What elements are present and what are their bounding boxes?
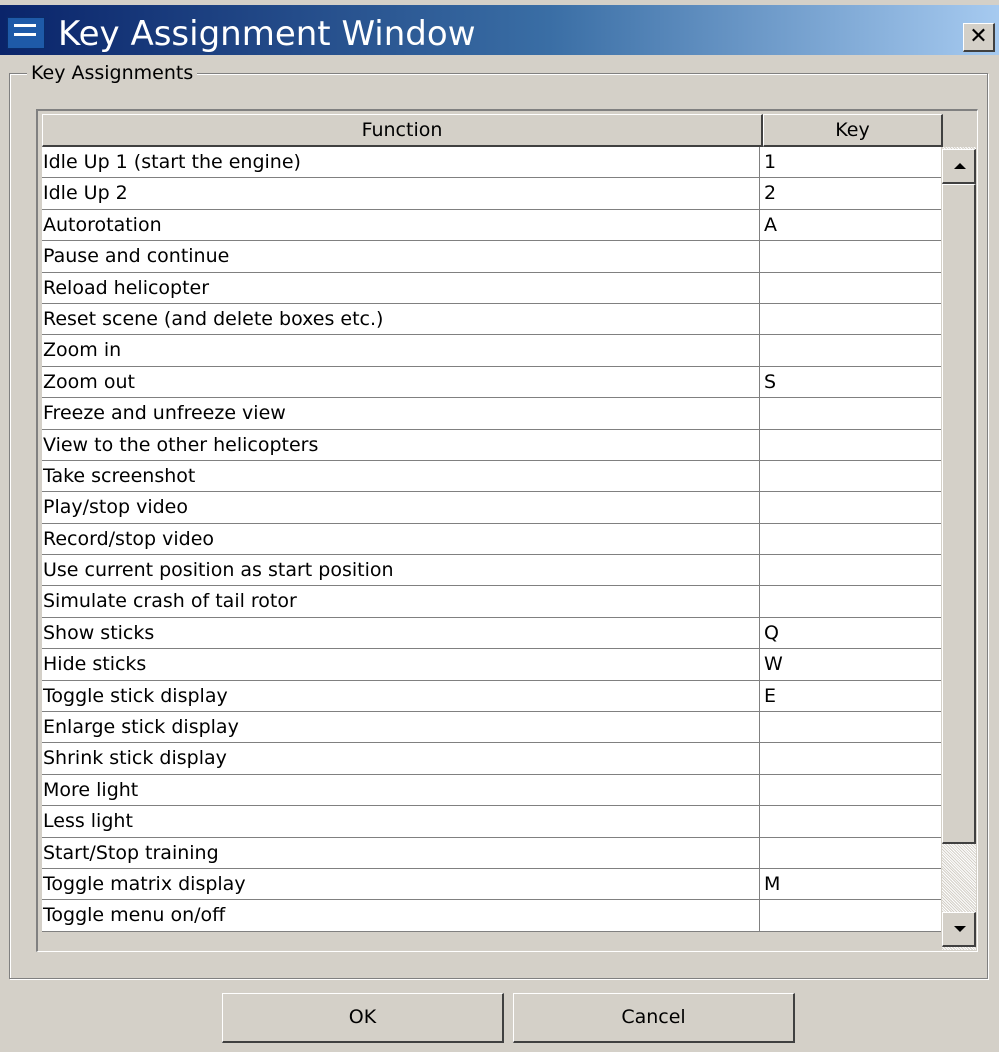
table-row[interactable]: Show sticks Q [42,617,944,650]
key-cell[interactable]: S [761,367,944,397]
key-cell[interactable] [761,806,944,836]
table-row[interactable]: Pause and continue [42,241,944,273]
table-row[interactable]: Idle Up 22 [42,178,944,210]
key-cell[interactable] [761,775,944,805]
scroll-up-button[interactable] [942,149,976,184]
function-cell[interactable]: Take screenshot [42,460,760,492]
function-cell[interactable]: View to the other helicopters [42,429,760,460]
title-bar[interactable]: Key Assignment Window ✕ [0,5,999,55]
table-row[interactable]: Record/stop video [42,523,944,556]
function-cell[interactable]: Toggle menu on/off [42,900,760,931]
function-cell[interactable]: Pause and continue [42,241,760,272]
function-cell[interactable]: Idle Up 1 (start the engine) [42,147,760,178]
table-row[interactable]: Reload helicopter [42,272,944,304]
key-cell[interactable] [761,586,944,616]
group-label: Key Assignments [27,62,198,84]
table-row[interactable]: View to the other helicopters [42,429,944,461]
function-cell[interactable]: Start/Stop training [42,837,760,868]
table-row[interactable]: Hide sticks W [42,649,944,681]
table-header: Function Key [42,114,943,147]
function-cell[interactable]: Toggle stick display [42,680,760,712]
table-row[interactable]: Take screenshot [42,460,944,493]
table-row[interactable]: Toggle stick display E [42,680,944,713]
table-row[interactable]: Start/Stop training [42,837,944,869]
key-cell[interactable] [761,524,944,554]
key-cell[interactable] [761,492,944,522]
key-cell[interactable]: Q [761,618,944,648]
key-cell[interactable]: 2 [761,178,944,208]
vertical-scrollbar[interactable] [942,147,976,950]
function-cell[interactable]: Reload helicopter [42,272,760,303]
table-row[interactable]: More light [42,774,944,807]
key-cell[interactable]: E [761,681,944,711]
arrow-up-icon [954,163,966,169]
function-cell[interactable]: Zoom in [42,335,760,366]
key-cell[interactable] [761,241,944,271]
function-cell[interactable]: Use current position as start position [42,555,760,586]
table-row[interactable]: Zoom in [42,335,944,367]
table-row[interactable]: Zoom out S [42,366,944,399]
table-row[interactable]: Toggle menu on/off [42,900,944,932]
close-button[interactable]: ✕ [963,23,995,52]
table-row[interactable]: Use current position as start position [42,555,944,587]
function-cell[interactable]: Idle Up 2 [42,178,760,209]
table-row[interactable]: Toggle matrix display M [42,868,944,901]
function-cell[interactable]: Zoom out [42,366,760,398]
table-row[interactable]: Freeze and unfreeze view [42,398,944,430]
function-cell[interactable]: Record/stop video [42,523,760,555]
function-cell[interactable]: Freeze and unfreeze view [42,398,760,429]
function-cell[interactable]: Toggle matrix display [42,868,760,900]
arrow-down-icon [954,926,966,932]
table-row[interactable]: Idle Up 1 (start the engine) 1 [42,147,944,179]
scroll-down-button[interactable] [942,912,976,947]
function-cell[interactable]: Enlarge stick display [42,712,760,743]
table-row[interactable]: Autorotation A [42,209,944,242]
function-cell[interactable]: Simulate crash of tail rotor [42,586,760,617]
window-title: Key Assignment Window [58,14,476,54]
key-cell[interactable] [761,712,944,742]
key-cell[interactable] [761,398,944,428]
column-header-function[interactable]: Function [42,114,763,147]
key-cell[interactable] [761,838,944,868]
cancel-button[interactable]: Cancel [513,993,795,1043]
key-cell[interactable] [761,743,944,773]
key-cell[interactable] [761,430,944,460]
key-cell[interactable]: M [761,869,944,899]
table-row[interactable]: Less light [42,806,944,838]
key-cell[interactable] [761,273,944,303]
scrollbar-thumb[interactable] [942,184,976,844]
table-body: Idle Up 1 (start the engine) 1 Idle Up 22A… [42,147,941,932]
table-row[interactable]: Simulate crash of tail rotor [42,586,944,618]
column-header-key[interactable]: Key [763,114,943,147]
key-cell[interactable] [761,335,944,365]
close-icon: ✕ [969,24,988,49]
key-cell[interactable]: 1 [761,147,944,177]
key-cell[interactable] [761,461,944,491]
key-assignment-table: Function Key Idle Up 1 (start the engine… [36,109,978,952]
key-cell[interactable] [761,900,944,930]
table-row[interactable]: Reset scene (and delete boxes etc.) [42,303,944,336]
key-cell[interactable]: W [761,649,944,679]
ok-button[interactable]: OK [222,993,504,1043]
table-row[interactable]: Enlarge stick display [42,712,944,744]
function-cell[interactable]: Hide sticks [42,649,760,680]
function-cell[interactable]: Autorotation [42,209,760,241]
function-cell[interactable]: Play/stop video [42,492,760,523]
key-assignment-window: Key Assignment Window ✕ Key Assignments … [0,0,999,1052]
function-cell[interactable]: Shrink stick display [42,743,760,774]
app-icon [7,17,45,49]
function-cell[interactable]: More light [42,774,760,806]
function-cell[interactable]: Reset scene (and delete boxes etc.) [42,303,760,335]
key-cell[interactable]: A [761,210,944,240]
table-row[interactable]: Play/stop video [42,492,944,524]
key-cell[interactable] [761,304,944,334]
function-cell[interactable]: Show sticks [42,617,760,649]
function-cell[interactable]: Less light [42,806,760,837]
key-cell[interactable] [761,555,944,585]
table-row[interactable]: Shrink stick display [42,743,944,775]
